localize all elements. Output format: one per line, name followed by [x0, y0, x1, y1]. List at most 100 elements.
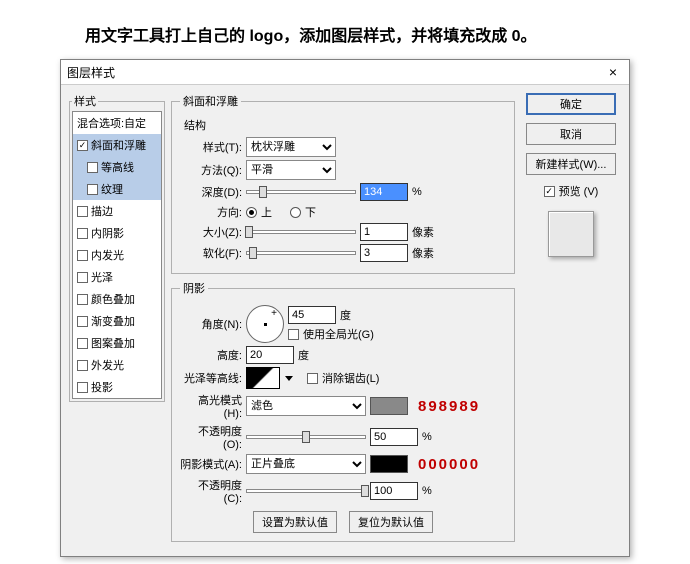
- layer-style-dialog: 图层样式 × 样式 混合选项:自定 斜面和浮雕等高线纹理描边内阴影内发光光泽颜色…: [60, 59, 630, 557]
- shadow-mode-label: 阴影模式(A):: [180, 456, 242, 472]
- gloss-contour-picker[interactable]: [246, 367, 280, 389]
- size-label: 大小(Z):: [180, 224, 242, 240]
- highlight-opacity-label: 不透明度(O):: [180, 423, 242, 451]
- soften-input[interactable]: 3: [360, 244, 408, 262]
- highlight-mode-label: 高光模式(H):: [180, 392, 242, 420]
- dir-up-label: 上: [261, 204, 272, 220]
- shadow-color-annotation: 000000: [418, 456, 480, 473]
- style-item-1[interactable]: 等高线: [73, 156, 161, 178]
- bevel-group: 斜面和浮雕 结构 样式(T): 枕状浮雕 方法(Q): 平滑 深度(D): 13…: [171, 93, 515, 274]
- shadow-opacity-input[interactable]: 100: [370, 482, 418, 500]
- direction-label: 方向:: [180, 204, 242, 220]
- shading-group: 阴影 角度(N): + 45 度 使用全局光(G): [171, 280, 515, 542]
- style-item-8[interactable]: 渐变叠加: [73, 310, 161, 332]
- bevel-legend: 斜面和浮雕: [180, 93, 241, 109]
- depth-label: 深度(D):: [180, 184, 242, 200]
- depth-input[interactable]: 134: [360, 183, 408, 201]
- style-checkbox-11[interactable]: [77, 382, 88, 393]
- soften-label: 软化(F):: [180, 245, 242, 261]
- style-label-0: 斜面和浮雕: [91, 137, 146, 153]
- deg-label-2: 度: [298, 347, 309, 363]
- style-checkbox-10[interactable]: [77, 360, 88, 371]
- style-checkbox-0[interactable]: [77, 140, 88, 151]
- close-icon[interactable]: ×: [603, 64, 623, 80]
- style-label-9: 图案叠加: [91, 335, 135, 351]
- dir-up-radio[interactable]: [246, 207, 257, 218]
- deg-label: 度: [340, 307, 351, 323]
- highlight-mode-select[interactable]: 滤色: [246, 396, 366, 416]
- dir-down-label: 下: [305, 204, 316, 220]
- style-item-0[interactable]: 斜面和浮雕: [73, 134, 161, 156]
- style-checkbox-3[interactable]: [77, 206, 88, 217]
- style-item-7[interactable]: 颜色叠加: [73, 288, 161, 310]
- altitude-label: 高度:: [180, 347, 242, 363]
- size-slider[interactable]: [246, 230, 356, 234]
- style-checkbox-8[interactable]: [77, 316, 88, 327]
- style-item-11[interactable]: 投影: [73, 376, 161, 398]
- styles-panel: 样式 混合选项:自定 斜面和浮雕等高线纹理描边内阴影内发光光泽颜色叠加渐变叠加图…: [69, 93, 165, 402]
- titlebar[interactable]: 图层样式 ×: [61, 60, 629, 85]
- antialias-label: 消除锯齿(L): [322, 370, 379, 386]
- chevron-down-icon[interactable]: [285, 376, 293, 381]
- style-label-6: 光泽: [91, 269, 113, 285]
- antialias-checkbox[interactable]: [307, 373, 318, 384]
- shadow-opacity-slider[interactable]: [246, 489, 366, 493]
- style-checkbox-4[interactable]: [77, 228, 88, 239]
- ok-button[interactable]: 确定: [526, 93, 616, 115]
- style-select[interactable]: 枕状浮雕: [246, 137, 336, 157]
- dir-down-radio[interactable]: [290, 207, 301, 218]
- highlight-color-swatch[interactable]: [370, 397, 408, 415]
- pct-label-3: %: [422, 485, 432, 497]
- instruction-text: 用文字工具打上自己的 logo，添加图层样式，并将填充改成 0。: [30, 10, 660, 59]
- highlight-opacity-input[interactable]: 50: [370, 428, 418, 446]
- shadow-opacity-label: 不透明度(C):: [180, 477, 242, 505]
- style-label-3: 描边: [91, 203, 113, 219]
- shadow-mode-select[interactable]: 正片叠底: [246, 454, 366, 474]
- global-light-checkbox[interactable]: [288, 329, 299, 340]
- style-label-2: 纹理: [101, 181, 123, 197]
- new-style-button[interactable]: 新建样式(W)...: [526, 153, 616, 175]
- highlight-color-annotation: 898989: [418, 398, 480, 415]
- angle-input[interactable]: 45: [288, 306, 336, 324]
- style-item-6[interactable]: 光泽: [73, 266, 161, 288]
- method-select[interactable]: 平滑: [246, 160, 336, 180]
- highlight-opacity-slider[interactable]: [246, 435, 366, 439]
- cancel-button[interactable]: 取消: [526, 123, 616, 145]
- set-default-button[interactable]: 设置为默认值: [253, 511, 337, 533]
- pct-label: %: [412, 186, 422, 198]
- style-item-3[interactable]: 描边: [73, 200, 161, 222]
- altitude-input[interactable]: 20: [246, 346, 294, 364]
- style-item-10[interactable]: 外发光: [73, 354, 161, 376]
- style-checkbox-9[interactable]: [77, 338, 88, 349]
- style-item-5[interactable]: 内发光: [73, 244, 161, 266]
- depth-slider[interactable]: [246, 190, 356, 194]
- style-item-2[interactable]: 纹理: [73, 178, 161, 200]
- px-label-2: 像素: [412, 245, 434, 261]
- angle-dial[interactable]: +: [246, 305, 284, 343]
- style-item-4[interactable]: 内阴影: [73, 222, 161, 244]
- size-input[interactable]: 1: [360, 223, 408, 241]
- px-label: 像素: [412, 224, 434, 240]
- styles-legend: 样式: [72, 93, 98, 109]
- style-checkbox-2[interactable]: [87, 184, 98, 195]
- style-checkbox-5[interactable]: [77, 250, 88, 261]
- blend-options[interactable]: 混合选项:自定: [73, 112, 161, 134]
- style-item-9[interactable]: 图案叠加: [73, 332, 161, 354]
- style-label-8: 渐变叠加: [91, 313, 135, 329]
- reset-default-button[interactable]: 复位为默认值: [349, 511, 433, 533]
- style-label-5: 内发光: [91, 247, 124, 263]
- style-list: 混合选项:自定 斜面和浮雕等高线纹理描边内阴影内发光光泽颜色叠加渐变叠加图案叠加…: [72, 111, 162, 399]
- soften-slider[interactable]: [246, 251, 356, 255]
- preview-checkbox[interactable]: [544, 186, 555, 197]
- style-checkbox-6[interactable]: [77, 272, 88, 283]
- style-label-10: 外发光: [91, 357, 124, 373]
- style-checkbox-1[interactable]: [87, 162, 98, 173]
- preview-label: 预览 (V): [559, 183, 599, 199]
- style-label-7: 颜色叠加: [91, 291, 135, 307]
- pct-label-2: %: [422, 431, 432, 443]
- shadow-color-swatch[interactable]: [370, 455, 408, 473]
- style-label: 样式(T):: [180, 139, 242, 155]
- style-checkbox-7[interactable]: [77, 294, 88, 305]
- shading-legend: 阴影: [180, 280, 208, 296]
- gloss-contour-label: 光泽等高线:: [180, 370, 242, 386]
